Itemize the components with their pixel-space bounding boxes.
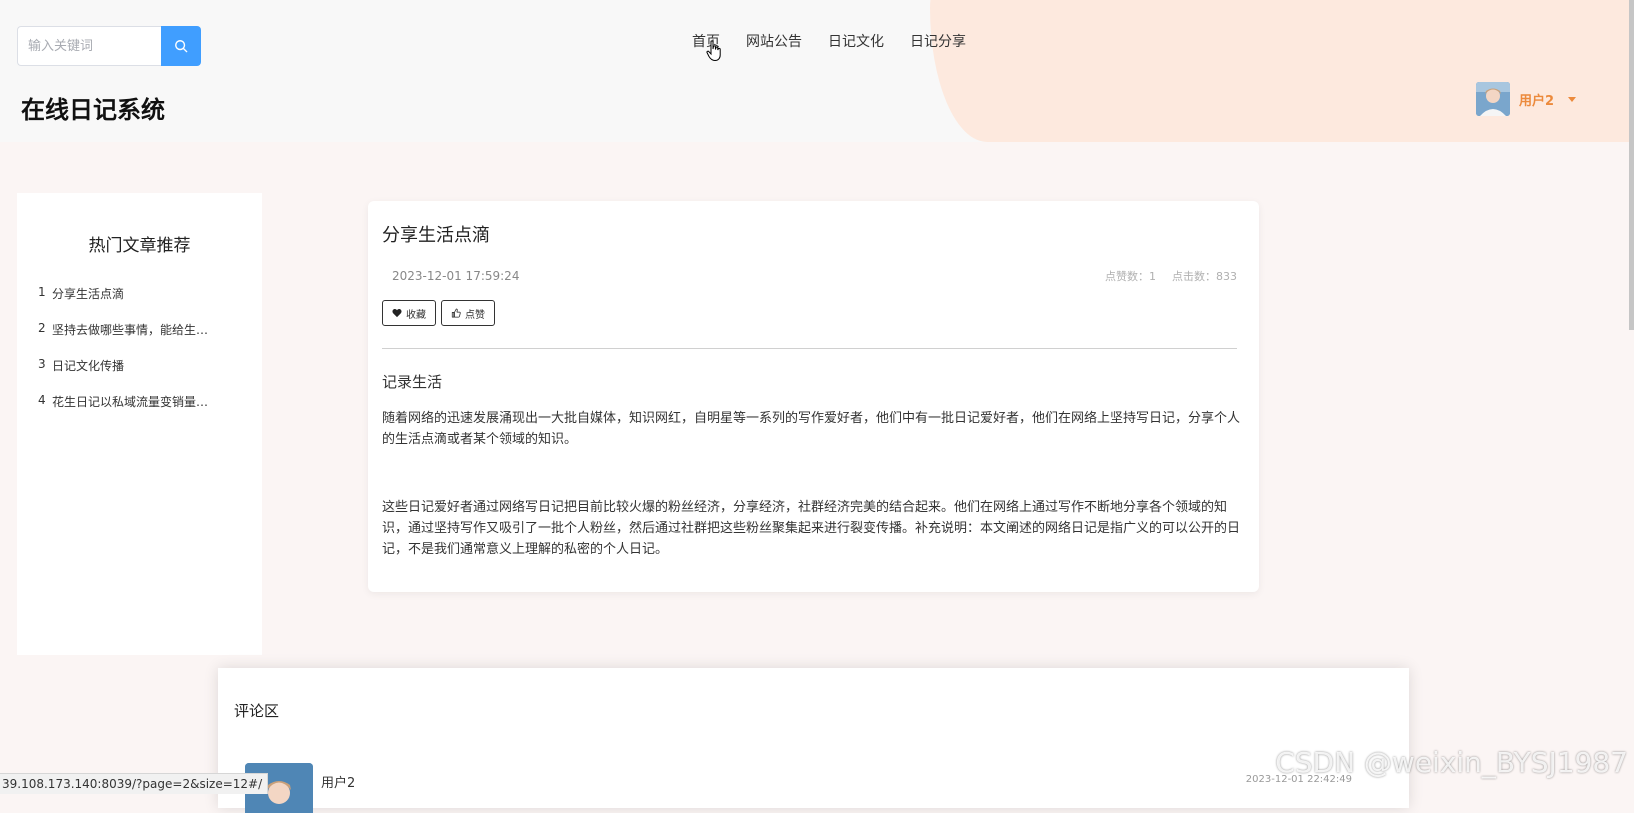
- clicks-count: 点击数：833: [1172, 270, 1237, 283]
- site-title: 在线日记系统: [21, 96, 165, 124]
- article-paragraph: 这些日记爱好者通过网络写日记把目前比较火爆的粉丝经济，分享经济，社群经济完美的结…: [382, 500, 1241, 557]
- user-avatar-icon: [1476, 82, 1510, 116]
- search-box: [17, 26, 201, 66]
- hot-item-rank: 3: [38, 357, 46, 371]
- likes-count: 点赞数：1: [1105, 270, 1156, 283]
- hot-item-title: 分享生活点滴: [52, 287, 125, 301]
- hot-item-rank: 1: [38, 285, 46, 299]
- comment-section: 评论区 用户2 2023-12-01 22:42:49: [218, 668, 1409, 813]
- favorite-label: 收藏: [406, 309, 426, 321]
- thumb-up-icon: [451, 308, 461, 318]
- main-nav: 首页 网站公告 日记文化 日记分享: [692, 31, 966, 51]
- favorite-button[interactable]: 收藏: [382, 300, 436, 326]
- hot-item-rank: 2: [38, 321, 46, 335]
- hot-articles-list: 1 分享生活点滴 2 坚持去做哪些事情，能给生活带来改变 3 日记文化传播 4 …: [38, 285, 220, 429]
- search-button[interactable]: [161, 26, 201, 66]
- article-date: 2023-12-01 17:59:24: [392, 269, 520, 283]
- sidebar-title: 热门文章推荐: [88, 236, 191, 256]
- like-label: 点赞: [465, 309, 485, 321]
- top-header: 首页 网站公告 日记文化 日记分享 在线日记系统 用户2: [0, 0, 1634, 142]
- like-button[interactable]: 点赞: [441, 300, 495, 326]
- hot-item-title: 坚持去做哪些事情，能给生活带来改变: [52, 323, 220, 337]
- user-menu[interactable]: 用户2: [1476, 82, 1577, 116]
- hot-articles-sidebar: 热门文章推荐 1 分享生活点滴 2 坚持去做哪些事情，能给生活带来改变 3 日记…: [17, 193, 262, 655]
- hot-item-title: 花生日记以私域流量变销量的模式: [52, 395, 220, 409]
- nav-item-diary-share[interactable]: 日记分享: [910, 31, 966, 51]
- chevron-down-icon: [1568, 96, 1577, 102]
- article-subtitle: 记录生活: [382, 373, 443, 391]
- comment-heading: 评论区: [234, 702, 280, 720]
- article-paragraph: 随着网络的迅速发展涌现出一大批自媒体，知识网红，自明星等一系列的写作爱好者，他们…: [382, 411, 1241, 447]
- header-decoration: [930, 0, 1634, 142]
- user-avatar: [1476, 82, 1510, 116]
- hot-item-title: 日记文化传播: [52, 359, 125, 373]
- hot-item-rank: 4: [38, 393, 46, 407]
- status-bar-url: 39.108.173.140:8039/?page=2&size=12#/: [0, 773, 269, 794]
- list-item[interactable]: 1 分享生活点滴: [38, 285, 220, 321]
- search-icon: [175, 40, 188, 53]
- nav-item-diary-culture[interactable]: 日记文化: [828, 31, 884, 51]
- list-item[interactable]: 3 日记文化传播: [38, 357, 220, 393]
- search-input[interactable]: [17, 26, 161, 66]
- user-name: 用户2: [1519, 93, 1555, 109]
- scrollbar[interactable]: [1629, 0, 1634, 330]
- nav-item-announcements[interactable]: 网站公告: [746, 31, 802, 51]
- divider: [382, 348, 1237, 349]
- article-card: 分享生活点滴 2023-12-01 17:59:24 点赞数：1 点击数：833…: [368, 201, 1259, 592]
- article-title: 分享生活点滴: [382, 225, 490, 246]
- article-actions: 收藏 点赞: [382, 300, 495, 326]
- comment-user: 用户2: [321, 776, 356, 791]
- list-item[interactable]: 2 坚持去做哪些事情，能给生活带来改变: [38, 321, 220, 357]
- heart-icon: [392, 308, 402, 318]
- watermark: CSDN @weixin_BYSJ1987: [1275, 746, 1628, 779]
- hand-cursor-icon: [706, 40, 721, 62]
- list-item[interactable]: 4 花生日记以私域流量变销量的模式: [38, 393, 220, 429]
- article-stats: 点赞数：1 点击数：833: [1105, 268, 1237, 284]
